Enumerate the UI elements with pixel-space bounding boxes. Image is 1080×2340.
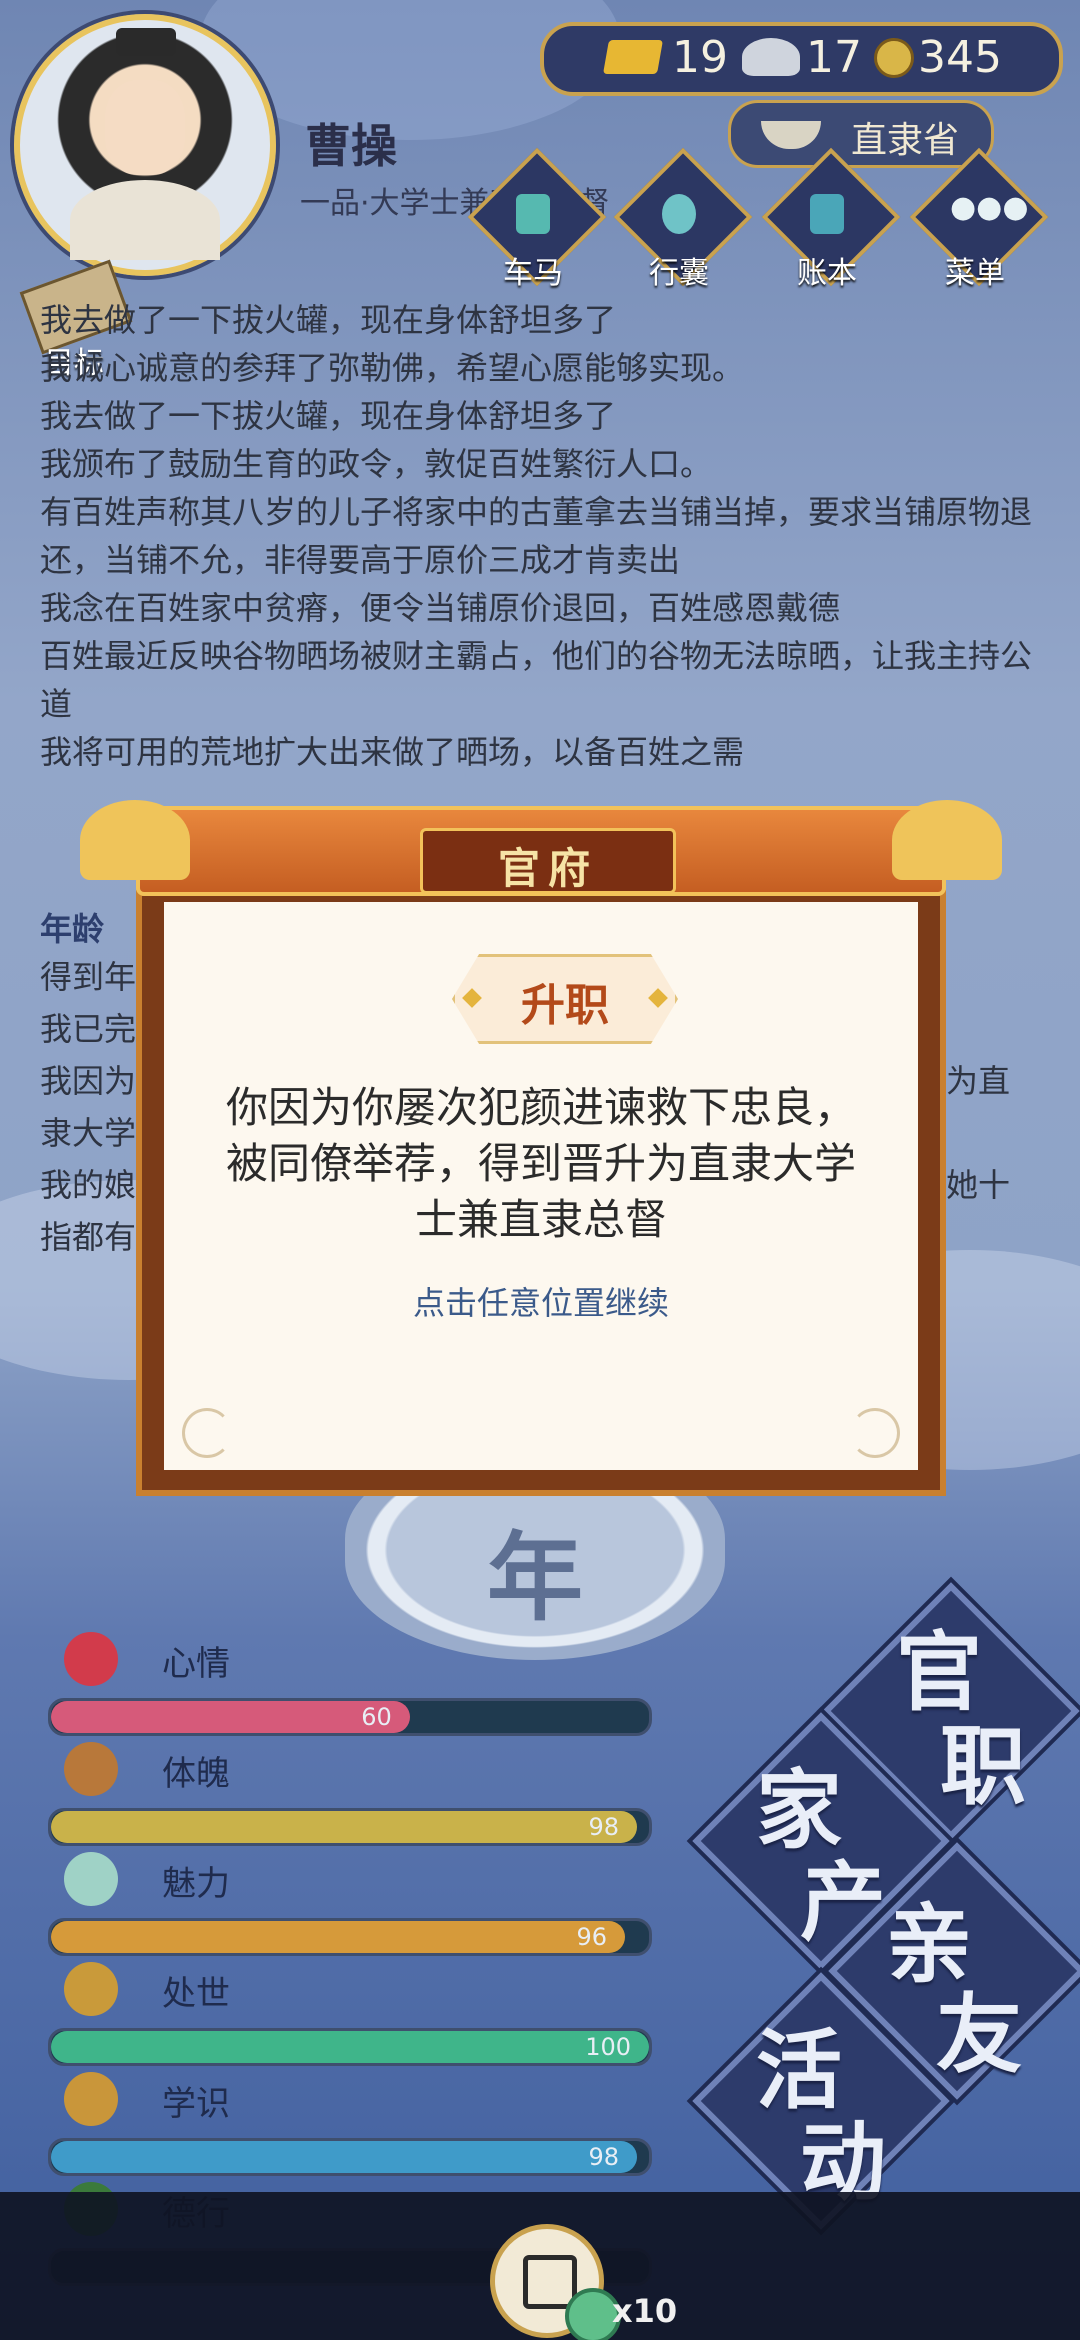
header-plate: 官府 (420, 828, 676, 894)
game-scene: 曹操 一品·大学士兼直隶总督 19 17 345 直隶省 车马 行囊 账本 ●●… (0, 0, 1080, 2340)
corner-ornament (182, 1408, 232, 1458)
dialog-paper: 升职 你因为你屡次犯颜进谏救下忠良，被同僚举荐，得到晋升为直隶大学士兼直隶总督 … (164, 902, 918, 1470)
header-ornament (80, 800, 190, 880)
corner-ornament (850, 1408, 900, 1458)
header-ornament (892, 800, 1002, 880)
dialog-header: 官府 (80, 800, 1002, 896)
continue-hint[interactable]: 点击任意位置继续 (164, 1278, 918, 1324)
dialog-message: 你因为你屡次犯颜进谏救下忠良，被同僚举荐，得到晋升为直隶大学士兼直隶总督 (225, 1083, 856, 1244)
promotion-badge: 升职 (452, 954, 678, 1044)
dialog-header-title: 官府 (497, 844, 598, 893)
promotion-dialog[interactable]: 升职 你因为你屡次犯颜进谏救下忠良，被同僚举荐，得到晋升为直隶大学士兼直隶总督 … (80, 800, 1002, 1496)
dialog-frame: 升职 你因为你屡次犯颜进谏救下忠良，被同僚举荐，得到晋升为直隶大学士兼直隶总督 … (136, 890, 946, 1496)
badge-title: 升职 (521, 980, 609, 1031)
